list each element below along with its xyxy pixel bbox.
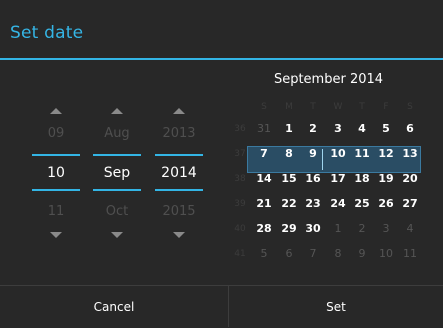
calendar-day[interactable]: 1	[326, 218, 350, 240]
weekday-header: T	[359, 102, 365, 112]
year-prev-value[interactable]: 2013	[155, 126, 203, 141]
calendar-day[interactable]: 10	[326, 143, 350, 165]
calendar-day[interactable]: 31	[252, 118, 276, 140]
day-increment-icon[interactable]	[50, 108, 62, 114]
calendar-day[interactable]: 11	[398, 243, 422, 265]
day-next-value[interactable]: 11	[32, 204, 80, 219]
weekday-header: M	[285, 102, 293, 112]
calendar-day[interactable]: 15	[277, 168, 301, 190]
calendar-week-row: 41 5 6 7 8 9 10 11	[228, 243, 424, 265]
month-bottom-line	[93, 189, 141, 191]
calendar-day[interactable]: 6	[398, 118, 422, 140]
year-spinner[interactable]: 2013 2014 2015	[155, 96, 203, 246]
year-decrement-icon[interactable]	[173, 232, 185, 238]
month-decrement-icon[interactable]	[111, 232, 123, 238]
weekday-header-row: SMTWTFS	[228, 96, 424, 118]
calendar-day[interactable]: 4	[350, 118, 374, 140]
month-top-line	[93, 154, 141, 156]
button-bar: Cancel Set	[0, 285, 443, 328]
month-current-value[interactable]: Sep	[93, 165, 141, 181]
calendar-week-row: 38 14 15 16 17 18 19 20	[228, 168, 424, 190]
calendar-day[interactable]: 26	[374, 193, 398, 215]
calendar-day[interactable]: 28	[252, 218, 276, 240]
calendar-day[interactable]: 9	[301, 143, 325, 165]
button-divider	[228, 286, 229, 327]
calendar-day[interactable]: 16	[301, 168, 325, 190]
month-increment-icon[interactable]	[111, 108, 123, 114]
week-number: 38	[234, 174, 246, 184]
week-number: 37	[234, 149, 246, 159]
calendar-day[interactable]: 12	[374, 143, 398, 165]
weekday-header: S	[261, 102, 267, 112]
weekday-header: W	[333, 102, 343, 112]
title-divider	[0, 58, 443, 60]
calendar-day[interactable]: 24	[326, 193, 350, 215]
calendar-day[interactable]: 18	[350, 168, 374, 190]
calendar-day[interactable]: 21	[252, 193, 276, 215]
calendar-day[interactable]: 14	[252, 168, 276, 190]
calendar-day[interactable]: 1	[277, 118, 301, 140]
calendar-week-row: 36 31 1 2 3 4 5 6	[228, 118, 424, 140]
calendar-week-row: 39 21 22 23 24 25 26 27	[228, 193, 424, 215]
calendar-day[interactable]: 10	[374, 243, 398, 265]
calendar-day[interactable]: 30	[301, 218, 325, 240]
year-next-value[interactable]: 2015	[155, 204, 203, 219]
set-button[interactable]: Set	[229, 286, 443, 328]
year-top-line	[155, 154, 203, 156]
weekday-header: S	[407, 102, 413, 112]
calendar-day[interactable]: 23	[301, 193, 325, 215]
cancel-button[interactable]: Cancel	[0, 286, 228, 328]
year-increment-icon[interactable]	[173, 108, 185, 114]
calendar-day[interactable]: 8	[326, 243, 350, 265]
weekday-header: T	[310, 102, 316, 112]
calendar-week-row: 37 7 8 9 10 11 12 13	[228, 143, 424, 165]
calendar-day[interactable]: 20	[398, 168, 422, 190]
week-number: 39	[234, 199, 246, 209]
calendar-day[interactable]: 25	[350, 193, 374, 215]
calendar-day[interactable]: 5	[374, 118, 398, 140]
calendar-day[interactable]: 6	[277, 243, 301, 265]
weekday-header: F	[383, 102, 389, 112]
day-decrement-icon[interactable]	[50, 232, 62, 238]
day-top-line	[32, 154, 80, 156]
day-spinner[interactable]: 09 10 11	[32, 96, 80, 246]
calendar-day[interactable]: 8	[277, 143, 301, 165]
calendar-day[interactable]: 3	[374, 218, 398, 240]
calendar-day[interactable]: 7	[252, 143, 276, 165]
calendar-day[interactable]: 11	[350, 143, 374, 165]
calendar-day[interactable]: 29	[277, 218, 301, 240]
month-next-value[interactable]: Oct	[93, 204, 141, 219]
day-current-value[interactable]: 10	[32, 165, 80, 181]
week-number: 36	[234, 124, 246, 134]
calendar-day[interactable]: 2	[301, 118, 325, 140]
calendar-day[interactable]: 4	[398, 218, 422, 240]
year-bottom-line	[155, 189, 203, 191]
calendar-day[interactable]: 7	[301, 243, 325, 265]
calendar-day[interactable]: 13	[398, 143, 422, 165]
calendar-day[interactable]: 5	[252, 243, 276, 265]
calendar-day[interactable]: 2	[350, 218, 374, 240]
calendar-day[interactable]: 17	[326, 168, 350, 190]
calendar-month-title: September 2014	[273, 72, 384, 87]
calendar-day[interactable]: 27	[398, 193, 422, 215]
dialog-title: Set date	[10, 23, 84, 43]
week-number: 41	[234, 249, 246, 259]
calendar-week-row: 40 28 29 30 1 2 3 4	[228, 218, 424, 240]
month-prev-value[interactable]: Aug	[93, 126, 141, 141]
calendar-day[interactable]: 19	[374, 168, 398, 190]
week-number: 40	[234, 224, 246, 234]
calendar-day[interactable]: 22	[277, 193, 301, 215]
calendar-day[interactable]: 3	[326, 118, 350, 140]
calendar-day[interactable]: 9	[350, 243, 374, 265]
day-prev-value[interactable]: 09	[32, 126, 80, 141]
month-spinner[interactable]: Aug Sep Oct	[93, 96, 141, 246]
dialog-title-bar: Set date	[0, 0, 443, 59]
day-bottom-line	[32, 189, 80, 191]
year-current-value[interactable]: 2014	[155, 165, 203, 181]
